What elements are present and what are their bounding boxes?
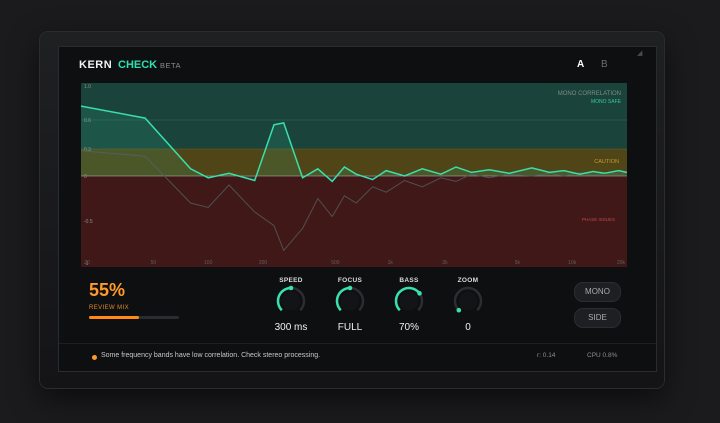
knob-speed-value: 300 ms	[274, 322, 308, 333]
plugin-window: KERN CHECK BETA A B ◢ 1.0 0.6 0.3 0 -0.5 -1 2…	[58, 46, 657, 372]
knob-zoom-label: ZOOM	[457, 277, 479, 284]
review-mix-slider[interactable]	[89, 316, 179, 319]
review-mix-value[interactable]: 55%	[89, 280, 125, 301]
knob-dial-icon	[453, 286, 483, 313]
zone-label-phase: PHASE ISSUES	[582, 217, 615, 222]
knob-focus-label: FOCUS	[337, 277, 363, 284]
resize-corner-icon[interactable]: ◢	[637, 49, 642, 57]
zone-phase	[81, 176, 627, 267]
knob-dial-icon	[276, 285, 306, 312]
x-tick-label: 5k	[515, 260, 521, 266]
ab-button-b[interactable]: B	[601, 59, 608, 70]
status-bar: Some frequency bands have low correlatio…	[59, 343, 656, 372]
correlation-readout: r: 0.14	[537, 352, 556, 359]
knob-bass-value: 70%	[398, 322, 419, 333]
status-message: Some frequency bands have low correlatio…	[101, 352, 321, 359]
zone-label-mono-safe: MONO SAFE	[591, 99, 622, 105]
knob-body	[399, 291, 419, 311]
knob-bass-label: BASS	[399, 277, 419, 284]
side-button[interactable]: SIDE	[574, 308, 621, 328]
x-tick-label: 20	[84, 260, 90, 266]
review-mix-label: REVIEW MIX	[89, 305, 130, 311]
brand-name: KERN	[79, 59, 113, 71]
knob-indicator	[288, 285, 294, 291]
knob-indicator	[347, 285, 353, 291]
zone-title: MONO CORRELATION	[558, 91, 621, 97]
knob-indicator	[417, 291, 422, 296]
header-bar: KERN CHECK BETA A B ◢	[59, 47, 656, 83]
knob-body	[458, 291, 478, 311]
x-tick-label: 200	[259, 260, 268, 266]
knob-speed-label: SPEED	[279, 277, 303, 284]
knob-focus-value: FULL	[337, 322, 363, 333]
cpu-readout: CPU 0.8%	[587, 352, 618, 359]
knob-body	[340, 291, 360, 311]
x-tick-label: 10k	[568, 260, 577, 266]
x-tick-label: 1k	[388, 260, 394, 266]
mono-button[interactable]: MONO	[574, 282, 621, 302]
x-tick-label: 50	[151, 260, 157, 266]
x-tick-label: 100	[204, 260, 213, 266]
knob-body	[281, 291, 301, 311]
knob-bass[interactable]: BASS 70%	[385, 277, 433, 349]
x-tick-label: 20k	[617, 260, 626, 266]
correlation-graph: 1.0 0.6 0.3 0 -0.5 -1 20 50 100 200 500 1k 2k 5k 10k 2…	[81, 83, 627, 267]
zone-label-caution: CAUTION	[594, 159, 619, 165]
knob-dial-icon	[335, 285, 365, 312]
y-tick-label: 1.0	[84, 84, 91, 90]
correlation-graph-svg: 1.00.60.30-0.5-1 20 50 100 200 500 1k 2k 5k 10k 2…	[81, 83, 627, 267]
product-name: CHECK	[118, 59, 158, 71]
review-mix-fill	[89, 316, 139, 319]
knob-zoom-value: 0	[465, 322, 471, 333]
beta-badge: BETA	[160, 61, 182, 70]
x-tick-label: 500	[331, 260, 340, 266]
knob-dial-icon	[394, 286, 424, 312]
y-tick-label: -0.5	[84, 219, 93, 225]
warning-dot-icon	[92, 355, 97, 360]
knob-speed[interactable]: SPEED 300 ms	[267, 277, 315, 349]
knob-zoom[interactable]: ZOOM 0	[444, 277, 492, 349]
knob-focus[interactable]: FOCUS FULL	[326, 277, 374, 349]
ab-button-a[interactable]: A	[577, 59, 584, 70]
x-tick-label: 2k	[442, 260, 448, 266]
knob-indicator	[456, 307, 462, 313]
